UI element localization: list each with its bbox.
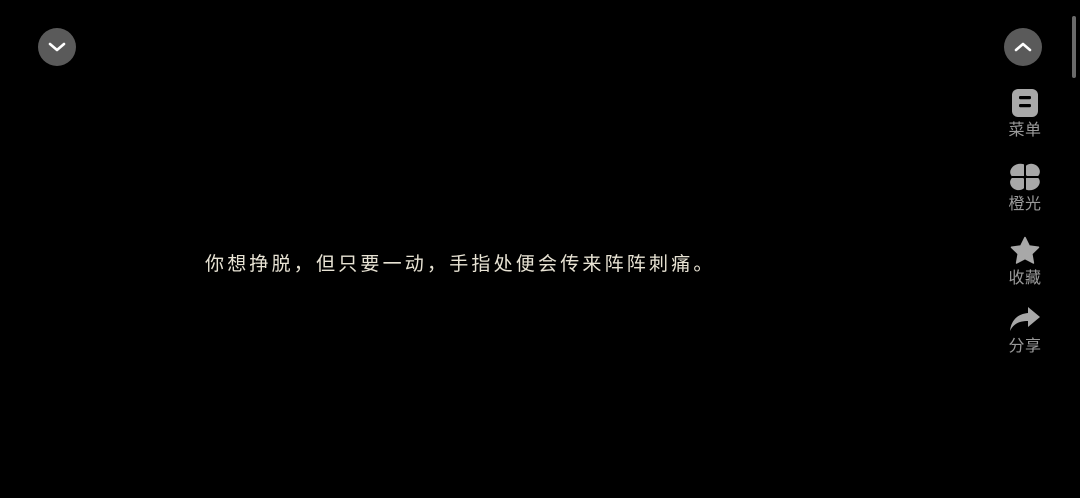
scrollbar[interactable] <box>1072 16 1076 78</box>
star-icon <box>1008 234 1042 268</box>
story-text[interactable]: 你想挣脱，但只要一动，手指处便会传来阵阵刺痛。 <box>205 249 716 276</box>
collapse-button[interactable] <box>38 28 76 66</box>
chevron-up-icon <box>1013 40 1033 54</box>
favorite-button[interactable]: 收藏 <box>996 234 1054 287</box>
expand-button[interactable] <box>1004 28 1042 66</box>
orange-light-label: 橙光 <box>1008 194 1042 213</box>
share-label: 分享 <box>1008 336 1042 355</box>
game-screen: 菜单 橙光 收藏 分享 你想挣脱，但只要一动，手指处便会传来阵阵刺痛。 <box>0 0 1080 498</box>
share-arrow-icon <box>1008 302 1042 336</box>
share-button[interactable]: 分享 <box>996 302 1054 355</box>
clover-icon <box>1008 160 1042 194</box>
clipboard-icon <box>1008 86 1042 120</box>
menu-button[interactable]: 菜单 <box>996 86 1054 139</box>
favorite-label: 收藏 <box>1008 268 1042 287</box>
orange-light-button[interactable]: 橙光 <box>996 160 1054 213</box>
chevron-down-icon <box>47 40 67 54</box>
menu-label: 菜单 <box>1008 120 1042 139</box>
